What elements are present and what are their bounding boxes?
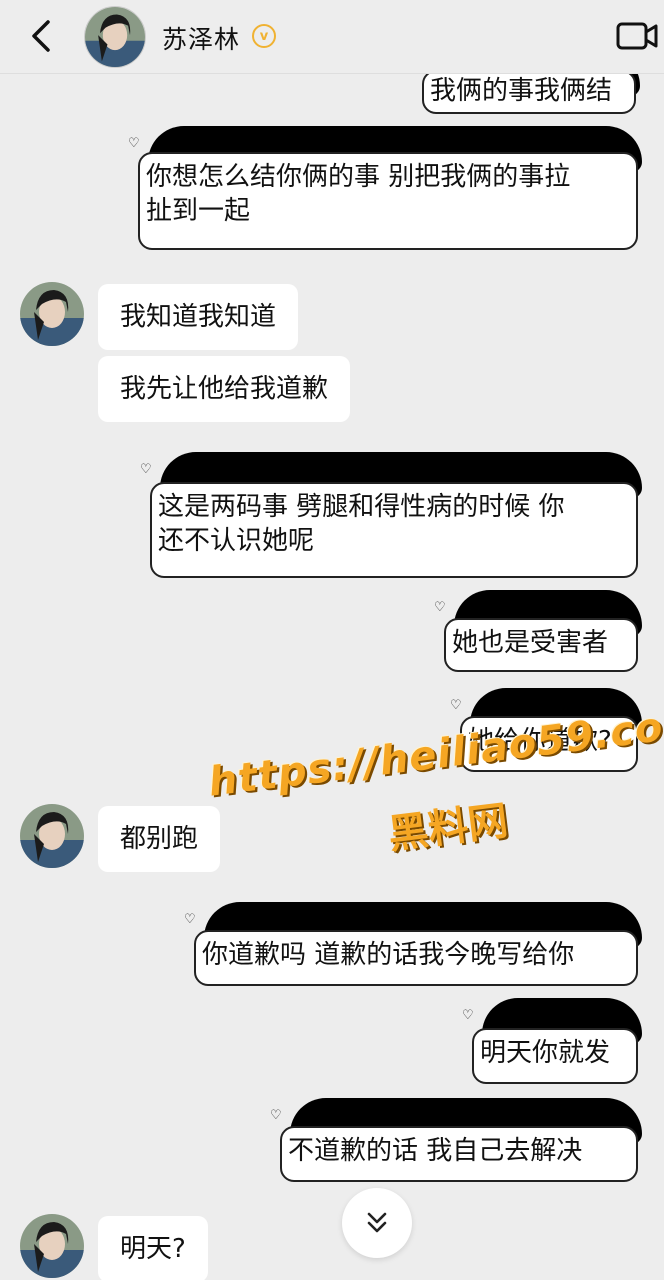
heart-icon: ♡ bbox=[434, 600, 446, 615]
message-bubble-incoming[interactable]: 明天? bbox=[98, 1216, 208, 1280]
message-text: 我知道我知道 bbox=[120, 302, 277, 332]
message-text: 你道歉吗 道歉的话我今晚写给你 bbox=[194, 930, 638, 986]
message-text: 我先让他给我道歉 bbox=[120, 374, 329, 404]
message-bubble-outgoing[interactable]: ♡ 你道歉吗 道歉的话我今晚写给你 bbox=[184, 902, 642, 986]
message-text: 都别跑 bbox=[120, 824, 199, 854]
message-bubble-incoming[interactable]: 我知道我知道 bbox=[98, 284, 299, 350]
message-bubble-incoming[interactable]: 我先让他给我道歉 bbox=[98, 356, 351, 422]
message-bubble-outgoing[interactable]: ♡ 这是两码事 劈腿和得性病的时候 你 还不认识她呢 bbox=[140, 452, 642, 578]
heart-icon: ♡ bbox=[462, 1008, 474, 1023]
message-text: 不道歉的话 我自己去解决 bbox=[280, 1126, 638, 1182]
message-text: 明天你就发 bbox=[472, 1028, 638, 1084]
contact-avatar[interactable] bbox=[84, 6, 146, 68]
heart-icon: ♡ bbox=[270, 1108, 282, 1123]
message-bubble-outgoing[interactable]: ♡ 她也是受害者 bbox=[434, 590, 642, 672]
chat-message-list[interactable]: 我俩的事我俩结 ♡ 你想怎么结你俩的事 别把我俩的事拉 扯到一起 我知道我知道 … bbox=[0, 0, 664, 1280]
message-bubble-incoming[interactable]: 都别跑 bbox=[98, 806, 221, 872]
message-bubble-outgoing[interactable]: ♡ 你想怎么结你俩的事 别把我俩的事拉 扯到一起 bbox=[128, 126, 642, 250]
contact-avatar[interactable] bbox=[20, 804, 84, 868]
message-text: 你想怎么结你俩的事 别把我俩的事拉 扯到一起 bbox=[138, 152, 638, 250]
contact-avatar[interactable] bbox=[20, 282, 84, 346]
message-text: 这是两码事 劈腿和得性病的时候 你 还不认识她呢 bbox=[150, 482, 638, 578]
scroll-to-bottom-button[interactable] bbox=[342, 1188, 412, 1258]
heart-icon: ♡ bbox=[450, 698, 462, 713]
message-bubble-outgoing[interactable]: ♡ 她给你道歉? bbox=[450, 688, 642, 772]
contact-avatar[interactable] bbox=[20, 1214, 84, 1278]
heart-icon: ♡ bbox=[184, 912, 196, 927]
heart-icon: ♡ bbox=[140, 462, 152, 477]
message-bubble-outgoing[interactable]: ♡ 明天你就发 bbox=[462, 998, 642, 1084]
message-bubble-outgoing[interactable]: ♡ 不道歉的话 我自己去解决 bbox=[270, 1098, 642, 1182]
chevron-left-icon[interactable] bbox=[24, 16, 60, 56]
double-chevron-down-icon bbox=[367, 1212, 387, 1233]
video-camera-icon[interactable] bbox=[616, 18, 660, 54]
message-text: 明天? bbox=[120, 1234, 186, 1264]
message-text: 她也是受害者 bbox=[444, 618, 638, 672]
contact-name[interactable]: 苏泽林 bbox=[162, 20, 240, 56]
message-text: 她给你道歉? bbox=[460, 716, 638, 772]
heart-icon: ♡ bbox=[128, 136, 140, 151]
chat-header: 苏泽林 v bbox=[0, 0, 664, 74]
message-text: 我俩的事我俩结 bbox=[422, 70, 636, 114]
verified-badge-icon: v bbox=[252, 24, 276, 48]
